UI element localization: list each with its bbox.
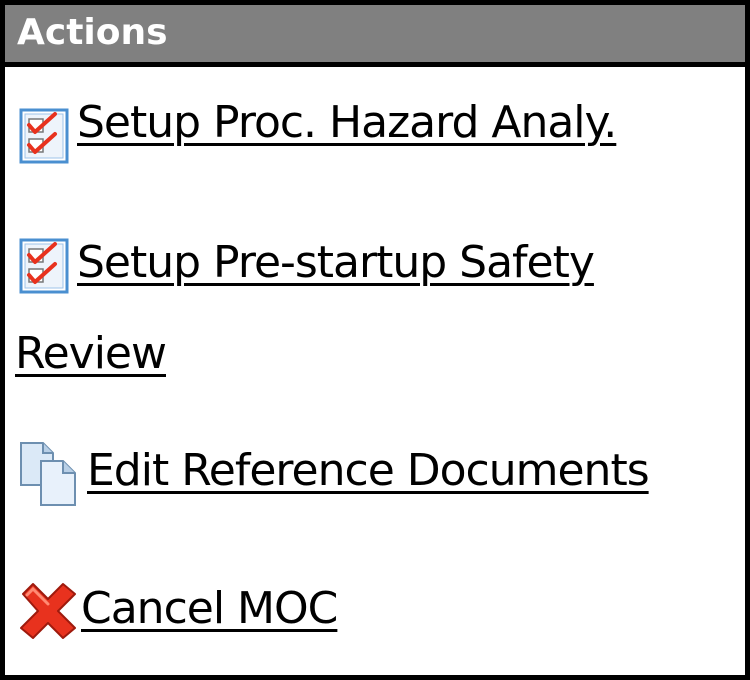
cancel-moc-link[interactable]: Cancel MOC [81,583,338,634]
setup-pssr-link[interactable]: Setup Pre-startup Safety Review [15,237,595,379]
documents-icon [17,439,79,507]
checklist-icon [19,236,69,294]
action-setup-pssr[interactable]: Setup Pre-startup Safety Review [15,217,750,399]
red-x-icon [17,580,79,642]
action-edit-reference-documents[interactable]: Edit Reference Documents [17,425,750,516]
panel-title: Actions [17,12,168,53]
setup-pha-link[interactable]: Setup Proc. Hazard Analy. [77,97,617,148]
edit-reference-documents-link[interactable]: Edit Reference Documents [87,445,650,496]
checklist-icon [19,106,69,164]
action-cancel-moc[interactable]: Cancel MOC [17,563,750,654]
action-setup-pha[interactable]: Setup Proc. Hazard Analy. [19,77,750,168]
panel-header: Actions [5,5,745,67]
actions-panel: Actions Setup Proc. Hazard Analy. Setup … [0,0,750,680]
